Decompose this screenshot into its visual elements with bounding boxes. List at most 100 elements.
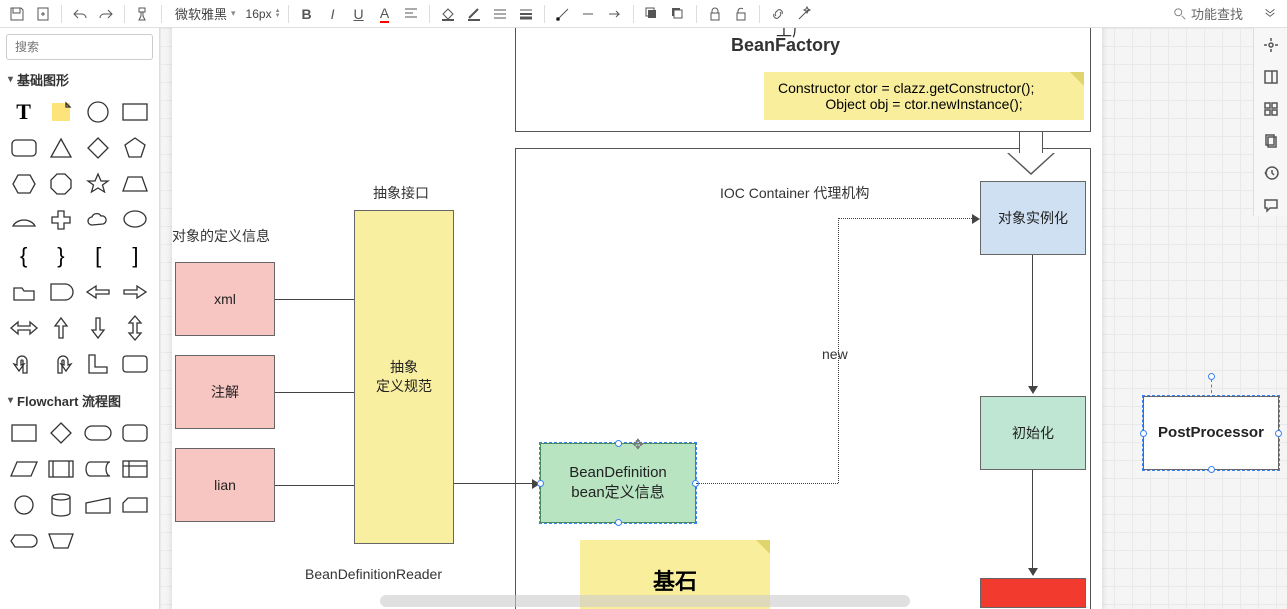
shape-octagon[interactable] [43, 167, 78, 201]
arrow-line [454, 483, 534, 484]
obj-instantiate-box[interactable]: 对象实例化 [980, 181, 1086, 255]
shape-arc[interactable] [6, 203, 41, 237]
shape-speech[interactable] [118, 203, 153, 237]
align-icon[interactable] [400, 3, 422, 25]
shape-rect[interactable] [118, 95, 153, 129]
fc-terminator[interactable] [81, 416, 116, 450]
undo-icon[interactable] [69, 3, 91, 25]
xml-box[interactable]: xml [175, 262, 275, 336]
fc-database[interactable] [43, 488, 78, 522]
shape-diamond[interactable] [81, 131, 116, 165]
shape-arrow-right[interactable] [118, 275, 153, 309]
fc-manual-input[interactable] [81, 488, 116, 522]
line-color-icon[interactable] [463, 3, 485, 25]
pages-icon[interactable] [1260, 130, 1282, 152]
fc-display[interactable] [6, 524, 41, 558]
function-search[interactable]: 功能查找 [1173, 4, 1243, 23]
arrow-start-icon[interactable] [578, 3, 600, 25]
save-icon[interactable] [6, 3, 28, 25]
format-painter-icon[interactable] [132, 3, 154, 25]
right-sidebar [1253, 28, 1287, 216]
to-back-icon[interactable] [667, 3, 689, 25]
connector-icon[interactable] [552, 3, 574, 25]
to-front-icon[interactable] [641, 3, 663, 25]
shape-trapezoid[interactable] [118, 167, 153, 201]
shape-pentagon[interactable] [118, 131, 153, 165]
canvas[interactable]: 工厂 BeanFactory Constructor ctor = clazz.… [160, 28, 1287, 609]
shape-halfround[interactable] [43, 275, 78, 309]
shape-star[interactable] [81, 167, 116, 201]
shape-brace-left[interactable]: { [6, 239, 41, 273]
init-box[interactable]: 初始化 [980, 396, 1086, 470]
fc-data[interactable] [6, 452, 41, 486]
underline-icon[interactable]: U [348, 3, 370, 25]
connector-line [275, 392, 354, 393]
fc-stored[interactable] [81, 452, 116, 486]
bold-icon[interactable]: B [296, 3, 318, 25]
fc-roundrect[interactable] [118, 416, 153, 450]
fill-color-icon[interactable] [437, 3, 459, 25]
annotation-box[interactable]: 注解 [175, 355, 275, 429]
magic-icon[interactable] [793, 3, 815, 25]
layout-icon[interactable] [1260, 98, 1282, 120]
shape-arrow-updown[interactable] [118, 311, 153, 345]
shape-note[interactable] [43, 95, 78, 129]
line-width-icon[interactable] [515, 3, 537, 25]
shape-bracket-left[interactable]: [ [81, 239, 116, 273]
line-style-icon[interactable] [489, 3, 511, 25]
shape-hexagon[interactable] [6, 167, 41, 201]
fc-predefined[interactable] [43, 452, 78, 486]
font-color-icon[interactable]: A [374, 3, 396, 25]
fc-process[interactable] [6, 416, 41, 450]
caret-down-icon: ▾ [231, 8, 236, 19]
focus-icon[interactable] [1260, 34, 1282, 56]
bean-definition-box[interactable]: BeanDefinition bean定义信息 [540, 443, 696, 523]
shape-uturn-right[interactable] [43, 347, 78, 381]
font-family-select[interactable]: 微软雅黑 ▾ [169, 4, 242, 23]
horizontal-scrollbar[interactable] [380, 595, 910, 607]
shape-uturn-left[interactable] [6, 347, 41, 381]
format-panel-icon[interactable] [1260, 66, 1282, 88]
shape-roundrect[interactable] [6, 131, 41, 165]
fc-internal[interactable] [118, 452, 153, 486]
shape-folder[interactable] [6, 275, 41, 309]
shape-arrow-up[interactable] [43, 311, 78, 345]
red-box[interactable] [980, 578, 1086, 608]
shape-corner[interactable] [81, 347, 116, 381]
shape-ellipse[interactable] [81, 95, 116, 129]
fc-decision[interactable] [43, 416, 78, 450]
shapes-search-input[interactable] [13, 39, 160, 55]
section-basic-shapes[interactable]: 基础图形 [0, 66, 159, 93]
link-icon[interactable] [767, 3, 789, 25]
post-processor-box[interactable]: PostProcessor [1143, 396, 1279, 470]
arrow-end-icon[interactable] [604, 3, 626, 25]
shape-arrow-both[interactable] [6, 311, 41, 345]
comment-icon[interactable] [1260, 194, 1282, 216]
connector-line [275, 299, 354, 300]
font-size-select[interactable]: 16px ▲▼ [246, 7, 281, 21]
abstract-def-box[interactable]: 抽象 定义规范 [354, 210, 454, 544]
new-page-icon[interactable] [32, 3, 54, 25]
shape-text[interactable]: T [6, 95, 41, 129]
shape-plus[interactable] [43, 203, 78, 237]
shape-bracket-right[interactable]: ] [118, 239, 153, 273]
shape-arrow-left[interactable] [81, 275, 116, 309]
history-icon[interactable] [1260, 162, 1282, 184]
fc-connector[interactable] [6, 488, 41, 522]
section-flowchart[interactable]: Flowchart 流程图 [0, 387, 159, 414]
redo-icon[interactable] [95, 3, 117, 25]
collapse-panel-icon[interactable] [1259, 5, 1281, 22]
italic-icon[interactable]: I [322, 3, 344, 25]
fc-card[interactable] [118, 488, 153, 522]
fc-manual-op[interactable] [43, 524, 78, 558]
shape-triangle[interactable] [43, 131, 78, 165]
unlock-icon[interactable] [730, 3, 752, 25]
shape-cloud[interactable] [81, 203, 116, 237]
lock-icon[interactable] [704, 3, 726, 25]
shapes-search[interactable] [6, 34, 153, 60]
lian-box[interactable]: lian [175, 448, 275, 522]
shape-arrow-down[interactable] [81, 311, 116, 345]
shape-brace-right[interactable]: } [43, 239, 78, 273]
code-note[interactable]: Constructor ctor = clazz.getConstructor(… [764, 72, 1084, 120]
shape-card[interactable] [118, 347, 153, 381]
